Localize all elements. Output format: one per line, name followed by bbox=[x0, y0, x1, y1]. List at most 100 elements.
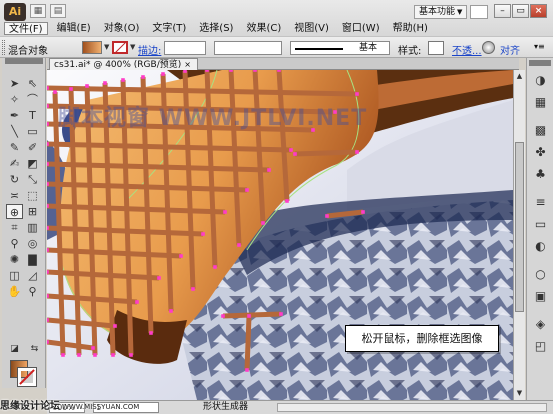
variable-width-profile[interactable]: 基本 bbox=[290, 41, 390, 55]
stroke-weight-link[interactable]: 描边: bbox=[138, 42, 161, 57]
scale-icon[interactable]: ⤡ bbox=[24, 172, 41, 187]
scroll-up-icon[interactable]: ▲ bbox=[515, 71, 524, 81]
menu-object[interactable]: 对象(O) bbox=[100, 22, 144, 35]
artboard-navigation-field[interactable]: 1 bbox=[93, 402, 159, 413]
menu-select[interactable]: 选择(S) bbox=[195, 22, 237, 35]
recolor-artwork-icon[interactable] bbox=[482, 41, 495, 54]
mesh-icon[interactable]: ⌗ bbox=[6, 220, 23, 235]
hand-icon[interactable]: ✋ bbox=[6, 284, 23, 299]
pencil-icon[interactable]: ✐ bbox=[24, 140, 41, 155]
stroke-weight-field[interactable] bbox=[164, 41, 206, 55]
stroke-icon[interactable]: ≡ bbox=[532, 194, 549, 210]
brushes-icon[interactable]: ✤ bbox=[532, 144, 549, 160]
blob-brush-icon[interactable]: ✍ bbox=[6, 156, 23, 171]
symbol-sprayer-icon[interactable]: ✺ bbox=[6, 252, 23, 267]
selection-icon[interactable]: ➤ bbox=[6, 76, 23, 91]
restore-button[interactable]: ▭ bbox=[512, 4, 529, 18]
opacity-link[interactable]: 不透... bbox=[452, 42, 482, 57]
symbols-icon[interactable]: ♣ bbox=[532, 166, 549, 182]
default-colors-icon[interactable]: ◪ bbox=[6, 342, 23, 357]
zoom-icon[interactable]: ⚲ bbox=[24, 284, 41, 299]
control-panel: 混合对象 ▼ ▼ 描边: 基本 样式: 不透... 对齐 ▾≡ bbox=[0, 36, 553, 58]
anchor-point bbox=[157, 276, 161, 280]
anchor-point bbox=[53, 90, 57, 94]
scrollbar-thumb[interactable] bbox=[515, 142, 524, 312]
shape-builder-icon[interactable]: ⊕ bbox=[6, 204, 23, 219]
fill-swatch[interactable] bbox=[82, 41, 102, 54]
anchor-point bbox=[149, 331, 153, 335]
anchor-point bbox=[191, 287, 195, 291]
menu-view[interactable]: 视图(V) bbox=[290, 22, 333, 35]
pen-icon[interactable]: ✒ bbox=[6, 108, 23, 123]
width-icon[interactable]: ≍ bbox=[6, 188, 23, 203]
menu-edit[interactable]: 编辑(E) bbox=[53, 22, 95, 35]
paintbrush-icon[interactable]: ✎ bbox=[6, 140, 23, 155]
status-bar: 400% 1 形状生成器 bbox=[47, 400, 553, 414]
panel-menu-icon[interactable]: ▾≡ bbox=[534, 42, 545, 51]
minimize-button[interactable]: – bbox=[494, 4, 511, 18]
column-graph-icon[interactable]: ▇ bbox=[24, 252, 41, 267]
anchor-point bbox=[103, 81, 107, 85]
panel-grip[interactable] bbox=[529, 60, 551, 66]
anchor-point bbox=[267, 168, 271, 172]
chevron-down-icon[interactable]: ▼ bbox=[130, 43, 135, 51]
document-tab[interactable]: cs31.ai* @ 400% (RGB/预览) × bbox=[49, 58, 198, 70]
swap-colors-icon[interactable]: ⇆ bbox=[26, 342, 43, 357]
menu-type[interactable]: 文字(T) bbox=[148, 22, 190, 35]
zoom-level-field[interactable]: 400% bbox=[49, 402, 85, 413]
layers-icon[interactable]: ◈ bbox=[532, 316, 549, 332]
color-icon[interactable]: ◑ bbox=[532, 72, 549, 88]
status-current-tool: 形状生成器 bbox=[203, 402, 249, 412]
rectangle-icon[interactable]: ▭ bbox=[24, 124, 41, 139]
eraser-icon[interactable]: ◩ bbox=[24, 156, 41, 171]
align-link[interactable]: 对齐 bbox=[500, 42, 520, 57]
lasso-icon[interactable]: ⌒ bbox=[24, 92, 41, 107]
search-input[interactable] bbox=[470, 5, 488, 19]
vertical-scrollbar[interactable]: ▲ ▼ bbox=[513, 70, 525, 400]
close-icon[interactable]: × bbox=[184, 60, 191, 69]
line-icon[interactable]: ╲ bbox=[6, 124, 23, 139]
anchor-point bbox=[135, 300, 139, 304]
close-button[interactable]: × bbox=[530, 4, 547, 18]
bridge-icon[interactable]: ▦ bbox=[30, 4, 46, 18]
blend-icon[interactable]: ◎ bbox=[24, 236, 41, 251]
eyedropper-icon[interactable]: ⚲ bbox=[6, 236, 23, 251]
slice-icon[interactable]: ◿ bbox=[24, 268, 41, 283]
perspective-icon[interactable]: ⊞ bbox=[24, 204, 41, 219]
anchor-point bbox=[289, 148, 293, 152]
gradient-panel-icon[interactable]: ▭ bbox=[532, 216, 549, 232]
workspace-switcher[interactable]: 基本功能 ▼ bbox=[414, 5, 468, 19]
anchor-point bbox=[293, 152, 297, 156]
gradient-icon[interactable]: ▥ bbox=[24, 220, 41, 235]
appearance-icon[interactable]: ○ bbox=[532, 266, 549, 282]
graphic-style-swatch[interactable] bbox=[428, 41, 444, 55]
anchor-point bbox=[205, 70, 209, 72]
artboard-icon[interactable]: ◫ bbox=[6, 268, 23, 283]
stroke-color-box[interactable] bbox=[17, 367, 37, 387]
free-transform-icon[interactable]: ⬚ bbox=[24, 188, 41, 203]
panel-grip[interactable] bbox=[5, 58, 43, 64]
graphic-styles-icon[interactable]: ▣ bbox=[532, 288, 549, 304]
anchor-point bbox=[361, 210, 365, 214]
chevron-down-icon[interactable]: ▼ bbox=[104, 43, 109, 51]
brush-definition-field[interactable] bbox=[214, 41, 282, 55]
transparency-icon[interactable]: ◐ bbox=[532, 238, 549, 254]
magic-wand-icon[interactable]: ✧ bbox=[6, 92, 23, 107]
rotate-icon[interactable]: ↻ bbox=[6, 172, 23, 187]
menu-window[interactable]: 窗口(W) bbox=[338, 22, 384, 35]
menu-help[interactable]: 帮助(H) bbox=[389, 22, 432, 35]
color-guide-icon[interactable]: ▦ bbox=[532, 94, 549, 110]
direct-selection-icon[interactable]: ⇖ bbox=[24, 76, 41, 91]
stroke-swatch[interactable] bbox=[112, 41, 128, 54]
panel-grip[interactable] bbox=[2, 40, 5, 55]
arrange-documents-icon[interactable]: ▤ bbox=[50, 4, 66, 18]
menu-file[interactable]: 文件(F) bbox=[4, 22, 48, 35]
horizontal-scrollbar[interactable] bbox=[277, 403, 547, 412]
swatches-icon[interactable]: ▩ bbox=[532, 122, 549, 138]
scroll-down-icon[interactable]: ▼ bbox=[515, 388, 524, 398]
artboards-icon[interactable]: ◰ bbox=[532, 338, 549, 354]
menu-effect[interactable]: 效果(C) bbox=[242, 22, 285, 35]
type-icon[interactable]: T bbox=[24, 108, 41, 123]
anchor-point bbox=[47, 162, 49, 166]
anchor-point bbox=[333, 110, 337, 114]
